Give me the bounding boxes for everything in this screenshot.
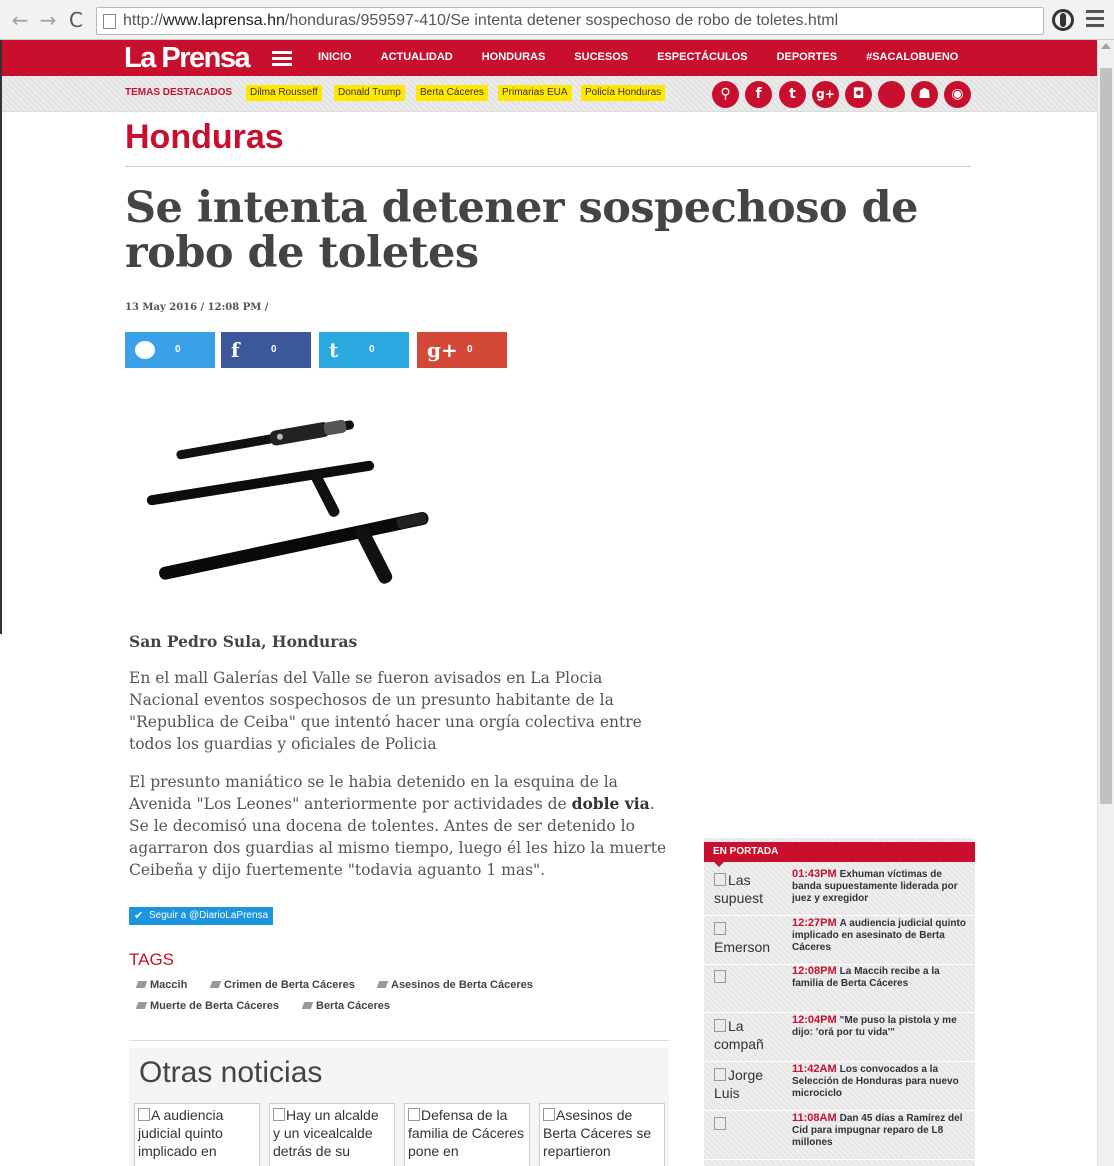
topic-link[interactable]: Berta Cáceres (416, 85, 488, 101)
site-logo[interactable]: La Prensa (124, 42, 251, 75)
url-text[interactable]: http://www.laprensa.hn/honduras/959597-4… (123, 12, 838, 30)
article-headline: Se intenta detener sospechoso de robo de… (125, 183, 918, 278)
broken-image-icon (714, 922, 726, 935)
instagram-icon[interactable]: ◘ (845, 81, 872, 108)
portada-item[interactable]: La compañ 12:04PM "Me puso la pistola y m… (704, 1014, 975, 1062)
topic-link[interactable]: Donald Trump (334, 85, 405, 101)
topic-link[interactable]: Policía Honduras (581, 85, 666, 101)
topic-link[interactable]: Primarias EUA (498, 85, 572, 101)
broken-image-icon (714, 873, 726, 886)
scroll-thumb[interactable] (1100, 68, 1112, 804)
en-portada-widget: EN PORTADA Las supuest 01:43PM Exhuman ví… (704, 838, 975, 1166)
facebook-icon[interactable]: f (745, 81, 772, 108)
twitter-follow-button[interactable]: ✔ Seguir a @DiarioLaPrensa (129, 907, 273, 925)
nav-espectaculos[interactable]: ESPECTÁCULOS (657, 51, 747, 63)
tag-link[interactable]: Muerte de Berta Cáceres (137, 1000, 279, 1012)
nav-deportes[interactable]: DEPORTES (777, 51, 838, 63)
search-icon[interactable]: ⚲ (712, 81, 739, 108)
main-nav: INICIO ACTUALIDAD HONDURAS SUCESOS ESPEC… (318, 51, 987, 63)
extension-icon[interactable] (1052, 9, 1074, 31)
broken-image-icon (543, 1108, 555, 1121)
portada-item[interactable]: Emerson Eusebio 12:27PMA audiencia judic… (704, 917, 975, 965)
twitter-icon[interactable]: t (779, 81, 806, 108)
broken-image-icon (138, 1108, 150, 1121)
news-card[interactable]: A audiencia judicial quinto implicado en (134, 1103, 260, 1166)
tag-link[interactable]: Maccih (137, 979, 187, 991)
article-dateline: 13 May 2016 / 12:08 PM / (125, 302, 269, 313)
site-header: La Prensa INICIO ACTUALIDAD HONDURAS SUC… (2, 40, 1097, 76)
tonfa-large (159, 512, 429, 584)
topics-bar: TEMAS DESTACADOS Dilma Rousseff Donald T… (2, 76, 1097, 112)
twitter-icon: t (329, 338, 339, 362)
other-news-section: Otras noticias A audiencia judicial quin… (129, 1048, 669, 1166)
broken-image-icon (714, 970, 726, 983)
news-thumbnail: Jorge Luis (714, 1067, 764, 1101)
broken-image-icon (714, 1019, 726, 1032)
divider (129, 1040, 669, 1041)
broken-image-icon (714, 1117, 726, 1130)
comment-bubble-icon (135, 341, 155, 359)
tags-title: TAGS (129, 950, 175, 969)
hamburger-menu-icon[interactable] (272, 51, 292, 67)
reload-button[interactable]: C (64, 8, 88, 32)
baton-small (176, 419, 354, 460)
news-card[interactable]: Asesinos de Berta Cáceres se repartieron (539, 1103, 665, 1166)
twitter-share-button[interactable]: t 0 (319, 332, 409, 368)
forward-button[interactable]: → (36, 8, 60, 32)
facebook-icon: f (231, 338, 240, 362)
news-thumbnail (714, 968, 784, 1006)
broken-image-icon (408, 1108, 420, 1121)
googleplus-share-button[interactable]: g+ 0 (417, 332, 507, 368)
news-thumbnail (714, 1115, 784, 1153)
portada-item[interactable]: 12:08PM La Maccih recibe a la familia de … (704, 965, 975, 1013)
bold-text: doble via (571, 794, 650, 813)
window-edge (0, 40, 2, 634)
section-title[interactable]: Honduras (125, 118, 284, 157)
topic-link[interactable]: Dilma Rousseff (246, 85, 322, 101)
nav-honduras[interactable]: HONDURAS (482, 51, 546, 63)
browser-toolbar: ← → C http://www.laprensa.hn/honduras/95… (0, 0, 1114, 40)
android-icon[interactable]: ☗ (911, 81, 938, 108)
broken-image-icon (714, 1068, 726, 1081)
article-location: San Pedro Sula, Honduras (129, 632, 358, 651)
googleplus-icon: g+ (427, 338, 458, 362)
nav-actualidad[interactable]: ACTUALIDAD (381, 51, 453, 63)
comments-share-button[interactable]: 0 (125, 332, 215, 368)
nav-sucesos[interactable]: SUCESOS (574, 51, 628, 63)
rss-icon[interactable]: ◉ (944, 81, 971, 108)
googleplus-icon[interactable]: g+ (812, 81, 839, 108)
topics-label: TEMAS DESTACADOS (125, 87, 233, 98)
facebook-share-button[interactable]: f 0 (221, 332, 311, 368)
nav-inicio[interactable]: INICIO (318, 51, 352, 63)
nav-sacalobueno[interactable]: #SACALOBUENO (866, 51, 958, 63)
tag-link[interactable]: Asesinos de Berta Cáceres (378, 979, 533, 991)
article-paragraph: El presunto maniático se le habia deteni… (129, 773, 667, 879)
tag-link[interactable]: Crimen de Berta Cáceres (211, 979, 355, 991)
portada-item[interactable]: 11:08AM Dan 45 días a Ramírez del Cid par… (704, 1112, 975, 1160)
news-thumbnail: Emerson Eusebio (714, 920, 784, 958)
news-card[interactable]: Defensa de la familia de Cáceres pone en (404, 1103, 530, 1166)
article-paragraph: En el mall Galerías del Valle se fueron … (129, 669, 642, 753)
news-thumbnail: La compañ (714, 1018, 764, 1052)
portada-item[interactable]: Las supuest 01:43PM Exhuman víctimas de b… (704, 868, 975, 916)
en-portada-title: EN PORTADA (704, 842, 975, 867)
twitter-bird-icon: ✔ (134, 910, 144, 922)
page-scrollbar[interactable] (1097, 40, 1114, 1166)
portada-item[interactable]: Jorge Luis 11:42AM Los convocados a la Se… (704, 1063, 975, 1111)
scroll-up-arrow-icon[interactable] (1101, 43, 1111, 49)
browser-menu-icon[interactable] (1086, 10, 1104, 30)
broken-image-icon (273, 1108, 285, 1121)
page-icon (103, 14, 116, 29)
article-photo (146, 419, 429, 584)
apple-icon[interactable] (878, 81, 905, 108)
divider (125, 166, 971, 167)
news-thumbnail: Las supuest (714, 872, 764, 906)
tag-link[interactable]: Berta Cáceres (303, 1000, 390, 1012)
news-card[interactable]: Hay un alcalde y un vicealcalde detrás d… (269, 1103, 395, 1166)
address-bar[interactable]: http://www.laprensa.hn/honduras/959597-4… (96, 7, 1044, 35)
other-news-title: Otras noticias (139, 1056, 323, 1089)
back-button[interactable]: ← (8, 8, 32, 32)
